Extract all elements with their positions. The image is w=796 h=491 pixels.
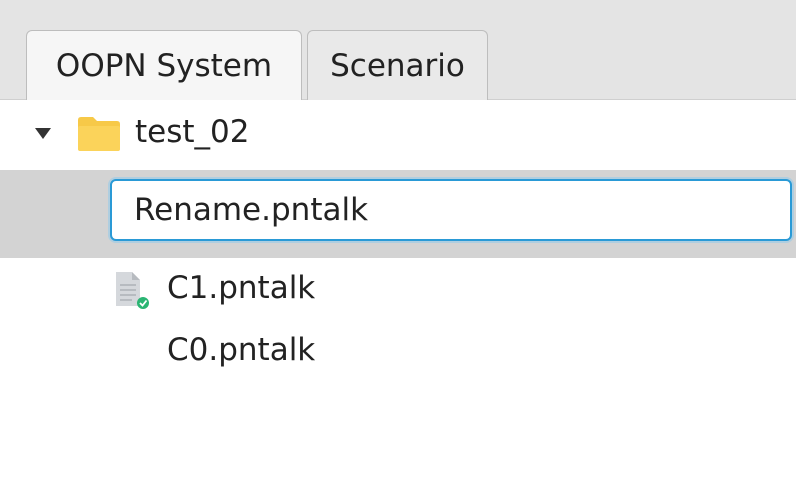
tab-label: Scenario: [330, 47, 465, 84]
tree-item-label: C0.pntalk: [167, 332, 316, 368]
tab-bar: OOPN System Scenario: [0, 0, 796, 101]
tree-item-label: C1.pntalk: [167, 270, 316, 306]
tree-item-root[interactable]: test_02: [0, 100, 796, 170]
project-tree: test_02 C1.pntalk C0.pntalk: [0, 100, 796, 491]
file-check-icon: [116, 272, 149, 309]
expand-arrow-icon[interactable]: [35, 128, 51, 139]
tab-scenario[interactable]: Scenario: [307, 30, 488, 100]
tree-item-label: test_02: [135, 114, 250, 150]
rename-input[interactable]: [110, 179, 792, 241]
tab-label: OOPN System: [55, 48, 273, 84]
tree-item-c0[interactable]: C0.pntalk: [0, 326, 796, 386]
tree-item-editing[interactable]: [0, 170, 796, 258]
tab-oopn-system[interactable]: OOPN System: [26, 30, 302, 101]
folder-icon: [78, 117, 120, 151]
tree-item-c1[interactable]: C1.pntalk: [0, 258, 796, 326]
